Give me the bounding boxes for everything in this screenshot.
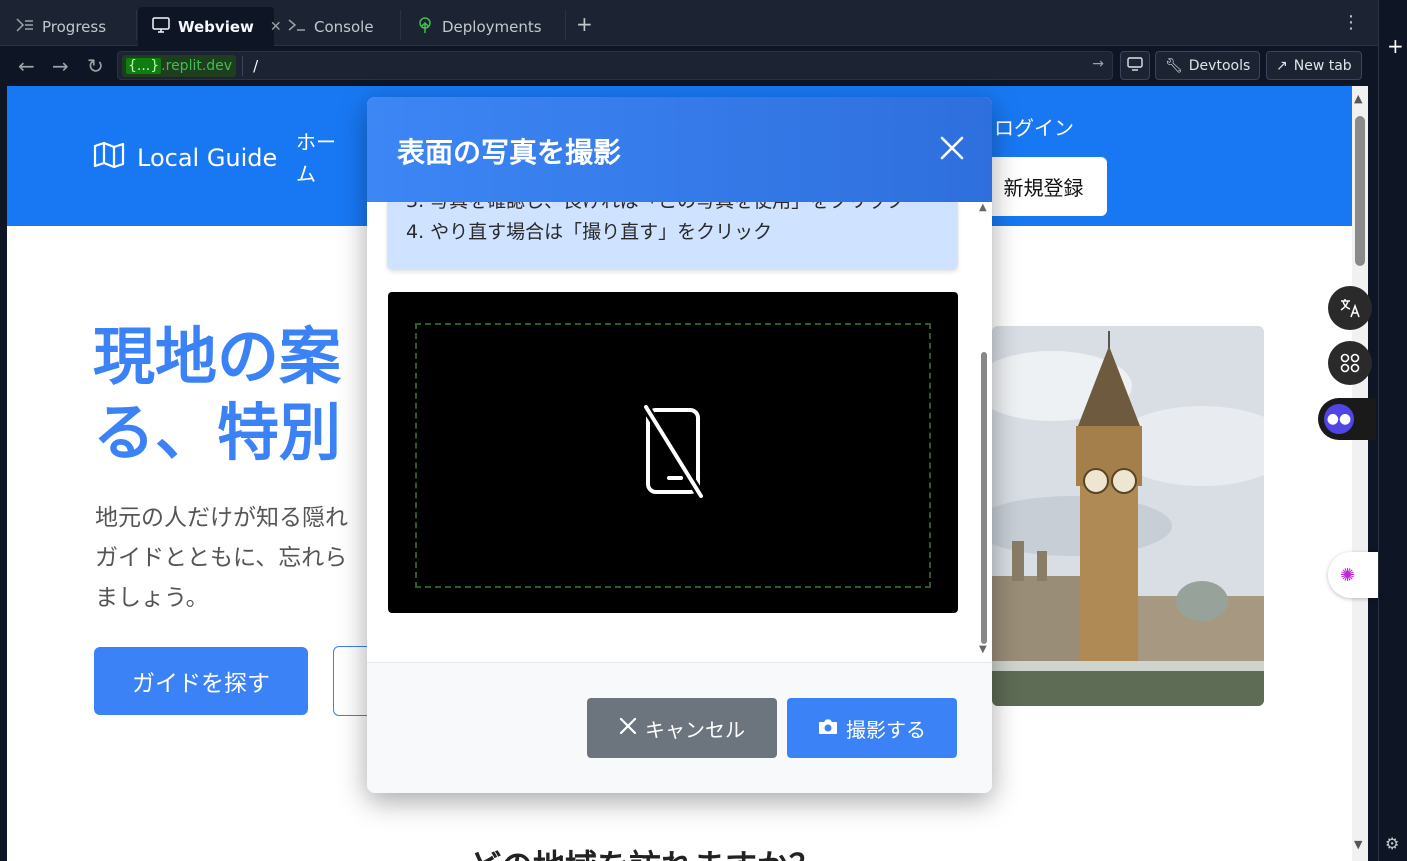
- url-host: {...} .replit.dev: [122, 54, 237, 77]
- lead-line: 地元の人だけが知る隠れ: [95, 505, 348, 531]
- right-panel-strip: + ⚙: [1378, 0, 1407, 861]
- back-arrow-icon[interactable]: ←: [18, 54, 35, 78]
- more-vertical-icon[interactable]: ⋮: [1342, 12, 1360, 33]
- assistant-eye-icon: ●●: [1324, 404, 1354, 434]
- translate-icon[interactable]: [1328, 286, 1372, 330]
- camera-icon: [818, 716, 838, 740]
- scroll-up-icon[interactable]: ▲: [979, 202, 987, 213]
- camera-preview: [388, 292, 958, 613]
- external-link-icon: ↗: [1276, 57, 1288, 74]
- hero-lead: 地元の人だけが知る隠れ ガイドとともに、忘れら ましょう。: [95, 498, 348, 618]
- tab-progress[interactable]: Progress: [2, 7, 134, 46]
- x-icon: [619, 716, 637, 740]
- url-divider: [242, 55, 244, 76]
- page-scrollbar[interactable]: ▲ ▼: [1352, 86, 1368, 861]
- assistant-widget[interactable]: ●●: [1318, 398, 1376, 440]
- brain-icon[interactable]: ✺: [1328, 552, 1378, 598]
- go-arrow-icon[interactable]: →: [1092, 56, 1104, 72]
- register-button[interactable]: 新規登録: [980, 157, 1107, 216]
- modal-footer: キャンセル 撮影する: [367, 662, 992, 793]
- command-icon[interactable]: [1328, 341, 1372, 385]
- nav-link-home[interactable]: ホーム: [296, 126, 340, 190]
- device-preview-button[interactable]: [1120, 51, 1150, 80]
- close-icon[interactable]: [937, 133, 967, 163]
- no-camera-icon: [641, 403, 705, 500]
- scroll-thumb[interactable]: [981, 352, 987, 644]
- url-host-redacted: {...}: [126, 57, 162, 74]
- capture-button[interactable]: 撮影する: [787, 698, 957, 758]
- scroll-down-icon[interactable]: ▼: [1354, 838, 1362, 851]
- big-ben-photo: [992, 326, 1264, 706]
- capture-modal: 表面の写真を撮影 3. 写真を確認し、良ければ「この写真を使用」をクリック 4.…: [367, 97, 992, 793]
- reload-icon[interactable]: ↻: [87, 54, 104, 78]
- headline-line: る、特別: [93, 396, 342, 469]
- url-path: /: [253, 56, 259, 75]
- lead-line: ましょう。: [95, 585, 209, 611]
- cancel-button[interactable]: キャンセル: [587, 698, 777, 758]
- new-tab-label: New tab: [1293, 57, 1352, 74]
- login-link[interactable]: ログイン: [994, 112, 1074, 141]
- modal-title: 表面の写真を撮影: [397, 136, 622, 169]
- tab-label: Console: [314, 17, 374, 36]
- modal-header: 表面の写真を撮影: [367, 97, 992, 202]
- modal-body[interactable]: 3. 写真を確認し、良ければ「この写真を使用」をクリック 4. やり直す場合は「…: [367, 202, 992, 662]
- instruction-step: 4. やり直す場合は「撮り直す」をクリック: [406, 221, 773, 243]
- tab-divider: [565, 10, 566, 40]
- tab-deployments[interactable]: Deployments: [402, 7, 564, 46]
- hero-headline: 現地の案 る、特別: [93, 319, 393, 471]
- tab-label: Webview: [178, 17, 254, 36]
- find-guide-button[interactable]: ガイドを探す: [94, 647, 308, 715]
- scroll-thumb[interactable]: [1355, 116, 1365, 266]
- tab-divider: [400, 10, 401, 40]
- modal-scrollbar[interactable]: ▲ ▼: [979, 202, 992, 657]
- devtools-label: Devtools: [1188, 57, 1251, 74]
- lead-line: ガイドとともに、忘れら: [95, 545, 348, 571]
- headline-line: 現地の案: [93, 320, 342, 393]
- new-tab-plus-icon[interactable]: +: [576, 12, 593, 36]
- devtools-button[interactable]: 🔧︎ Devtools: [1155, 51, 1261, 80]
- monitor-icon: [1127, 56, 1143, 75]
- forward-arrow-icon[interactable]: →: [52, 54, 69, 78]
- capture-label: 撮影する: [846, 717, 926, 742]
- deployments-icon: [416, 16, 434, 38]
- tab-console[interactable]: Console: [274, 7, 398, 46]
- tab-webview[interactable]: Webview ✕: [138, 7, 282, 46]
- instruction-step: 3. 写真を確認し、良ければ「この写真を使用」をクリック: [406, 202, 958, 217]
- brand-name: Local Guide: [137, 144, 278, 172]
- tab-label: Progress: [42, 17, 107, 36]
- new-tab-button[interactable]: ↗ New tab: [1266, 51, 1362, 80]
- terminal-icon: [288, 18, 306, 36]
- scroll-down-icon[interactable]: ▼: [979, 644, 987, 655]
- gear-icon[interactable]: ⚙: [1385, 834, 1399, 853]
- wrench-icon: 🔧︎: [1165, 57, 1183, 74]
- monitor-icon: [152, 16, 170, 37]
- progress-icon: [16, 17, 34, 36]
- site-logo-link[interactable]: Local Guide: [93, 141, 277, 175]
- instructions-box: 3. 写真を確認し、良ければ「この写真を使用」をクリック 4. やり直す場合は「…: [387, 202, 958, 270]
- add-pane-icon[interactable]: +: [1387, 34, 1404, 58]
- webview-urlbar: ← → ↻ {...} .replit.dev / → 🔧︎ Devtools ↗…: [0, 46, 1378, 86]
- url-host-domain: .replit.dev: [161, 57, 233, 74]
- section-heading: どの地域を訪れますか？: [469, 841, 821, 861]
- url-input[interactable]: {...} .replit.dev / →: [117, 51, 1113, 80]
- tab-divider: [136, 10, 137, 40]
- cancel-label: キャンセル: [645, 717, 745, 742]
- tab-label: Deployments: [442, 17, 542, 36]
- map-icon: [93, 141, 125, 175]
- workspace-tabbar: Progress Webview ✕ Console Deployments +…: [0, 0, 1378, 46]
- scroll-up-icon[interactable]: ▲: [1354, 92, 1362, 105]
